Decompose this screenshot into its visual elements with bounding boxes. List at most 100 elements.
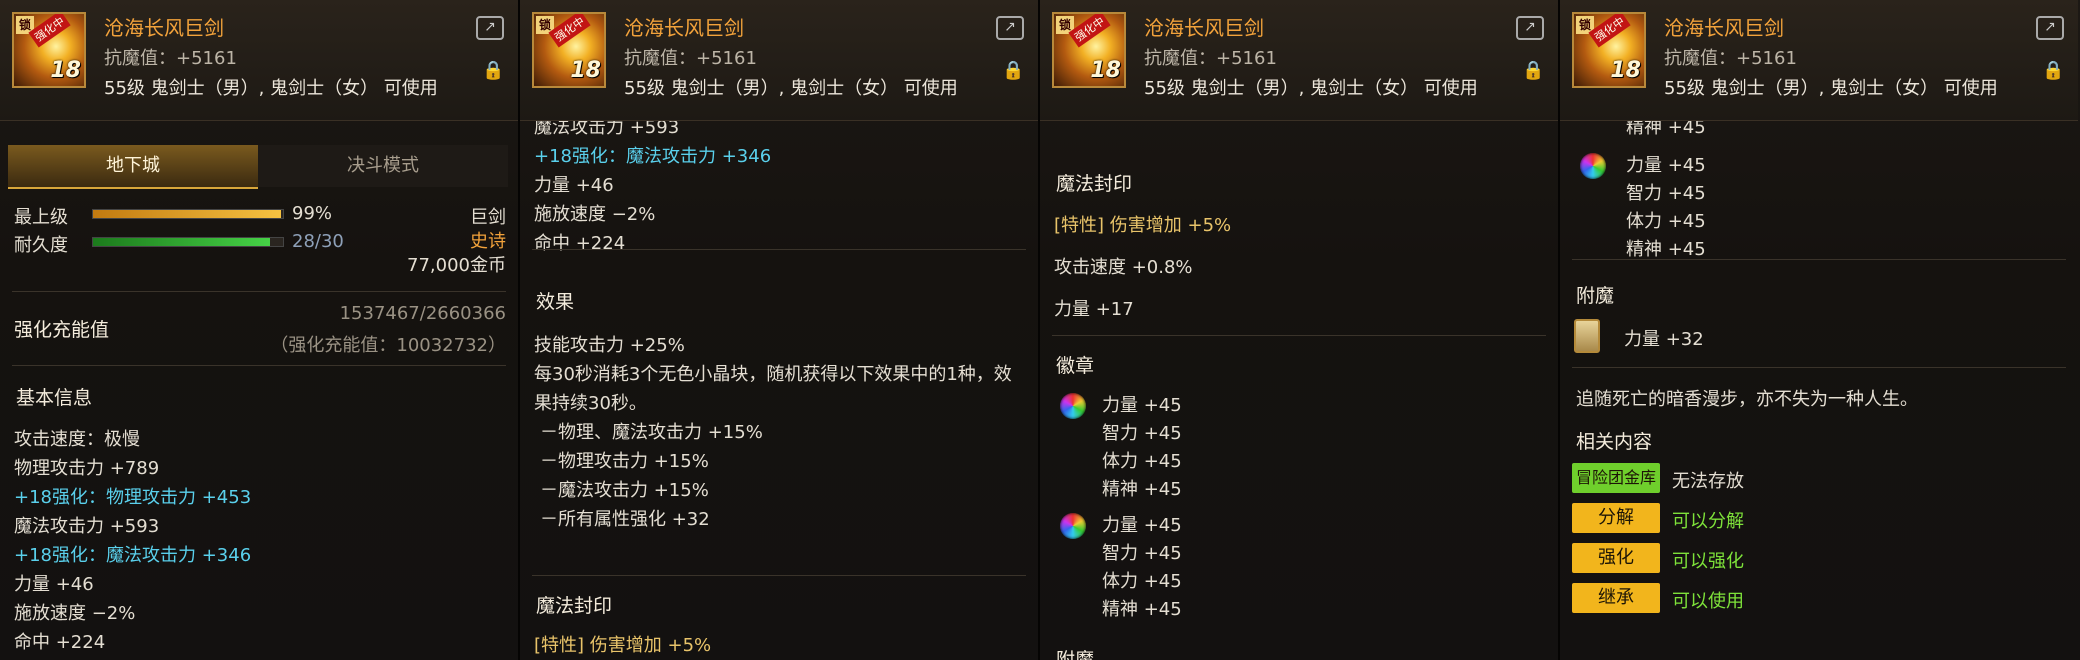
section-title-enchant: 附魔: [1056, 649, 1095, 660]
tooltip-body: 魔法封印 [特性] 伤害增加 +5% 攻击速度 +0.8% 力量 +17 徽章 …: [1040, 121, 1558, 660]
section-title-seal: 魔法封印: [536, 595, 613, 617]
grade-label: 最上级: [14, 207, 68, 228]
stat-line: 魔法攻击力 +593: [14, 516, 160, 537]
tooltip-panel-3: 锁 强化中 18 沧海长风巨剑 抗魔值：+5161 55级 鬼剑士（男）, 鬼剑…: [1040, 0, 1560, 660]
lock-icon[interactable]: 🔒: [1002, 60, 1024, 84]
emblem-stat: 智力 +45: [1102, 543, 1182, 564]
mode-tabs: 地下城 决斗模式: [8, 145, 508, 189]
item-name: 沧海长风巨剑: [1144, 16, 1264, 40]
emblem-stat: 精神 +45: [1102, 479, 1182, 500]
effect-line: －物理、魔法攻击力 +15%: [540, 422, 763, 443]
item-rarity: 史诗: [470, 231, 506, 252]
section-title-enchant: 附魔: [1576, 285, 1615, 307]
item-name: 沧海长风巨剑: [624, 16, 744, 40]
stat-line: +18强化：魔法攻击力 +346: [534, 146, 772, 167]
related-button[interactable]: 继承: [1572, 583, 1660, 613]
attack-speed: 攻击速度 +0.8%: [1054, 257, 1193, 278]
emblem-stat: 力量 +45: [1102, 515, 1182, 536]
section-title-seal: 魔法封印: [1056, 173, 1133, 195]
emblem-stat: 智力 +45: [1626, 183, 1706, 204]
tab-duel[interactable]: 决斗模式: [258, 145, 508, 187]
stat-line: 力量 +46: [534, 175, 614, 196]
item-icon: 锁 强化中 18: [12, 12, 86, 88]
related-button[interactable]: 分解: [1572, 503, 1660, 533]
item-header: 锁 强化中 18 沧海长风巨剑 抗魔值：+5161 55级 鬼剑士（男）, 鬼剑…: [1560, 0, 2078, 121]
emblem-stat: 精神 +45: [1626, 239, 1706, 260]
requirement: 55级 鬼剑士（男）, 鬼剑士（女） 可使用: [1144, 78, 1478, 99]
stat-line: 命中 +224: [534, 233, 626, 254]
requirement: 55级 鬼剑士（男）, 鬼剑士（女） 可使用: [624, 78, 958, 99]
stat-line: 施放速度 −2%: [14, 603, 136, 624]
durability-value: 28/30: [292, 231, 344, 252]
share-icon[interactable]: ↗: [1516, 16, 1544, 40]
anti-magic: 抗魔值：+5161: [1664, 48, 1797, 69]
tooltip-body: 地下城 决斗模式 最上级 99% 耐久度 28/30 巨剑 史诗 77,000金…: [0, 121, 518, 660]
stat-line: 施放速度 −2%: [534, 204, 656, 225]
tooltip-panel-2: 锁 强化中 18 沧海长风巨剑 抗魔值：+5161 55级 鬼剑士（男）, 鬼剑…: [520, 0, 1040, 660]
tooltip-body: 精神 +45 力量 +45 智力 +45 体力 +45 精神 +45 附魔 力量 +3…: [1560, 117, 2078, 660]
effect-line: 每30秒消耗3个无色小晶块，随机获得以下效果中的1种，效: [534, 364, 1012, 385]
item-icon: 锁 强化中 18: [532, 12, 606, 88]
related-status: 可以分解: [1672, 511, 1744, 532]
related-button[interactable]: 强化: [1572, 543, 1660, 573]
emblem-stat: 力量 +45: [1102, 395, 1182, 416]
section-title-related: 相关内容: [1576, 431, 1653, 453]
requirement: 55级 鬼剑士（男）, 鬼剑士（女） 可使用: [1664, 78, 1998, 99]
stat-line: +18强化：物理攻击力 +453: [14, 487, 252, 508]
charge-total: （强化充能值：10032732）: [270, 335, 506, 356]
strength: 力量 +17: [1054, 299, 1134, 320]
share-icon[interactable]: ↗: [2036, 16, 2064, 40]
related-status: 无法存放: [1672, 471, 1744, 492]
enchant-value: 力量 +32: [1624, 329, 1704, 350]
anti-magic: 抗魔值：+5161: [624, 48, 757, 69]
emblem-stat: 力量 +45: [1626, 155, 1706, 176]
tooltip-panel-4: 锁 强化中 18 沧海长风巨剑 抗魔值：+5161 55级 鬼剑士（男）, 鬼剑…: [1560, 0, 2080, 660]
emblem-stat: 智力 +45: [1102, 423, 1182, 444]
related-button[interactable]: 冒险团金库: [1572, 463, 1660, 493]
effect-line: 果持续30秒。: [534, 393, 647, 414]
stat-line: 攻击速度：极慢: [14, 429, 140, 450]
flavor-text: 追随死亡的暗香漫步，亦不失为一种人生。: [1576, 389, 1918, 410]
charge-value: 1537467/2660366: [339, 303, 506, 324]
emblem-stat: 精神 +45: [1102, 599, 1182, 620]
item-price: 77,000金币: [407, 255, 506, 276]
seal-line: [特性] 伤害增加 +5%: [1054, 215, 1232, 236]
effect-line: －所有属性强化 +32: [540, 509, 710, 530]
emblem-stat: 体力 +45: [1102, 571, 1182, 592]
related-status: 可以强化: [1672, 551, 1744, 572]
durability-label: 耐久度: [14, 235, 68, 256]
item-icon: 锁 强化中 18: [1052, 12, 1126, 88]
grade-value: 99%: [292, 203, 333, 224]
item-type: 巨剑: [470, 207, 506, 228]
emblem-icon: [1060, 513, 1086, 539]
anti-magic: 抗魔值：+5161: [1144, 48, 1277, 69]
share-icon[interactable]: ↗: [476, 16, 504, 40]
share-icon[interactable]: ↗: [996, 16, 1024, 40]
effect-line: －物理攻击力 +15%: [540, 451, 709, 472]
lock-icon[interactable]: 🔒: [482, 60, 504, 84]
item-header: 锁 强化中 18 沧海长风巨剑 抗魔值：+5161 55级 鬼剑士（男）, 鬼剑…: [0, 0, 518, 121]
enchant-card-icon: [1574, 319, 1600, 353]
tooltip-panel-1: 锁 强化中 18 沧海长风巨剑 抗魔值：+5161 55级 鬼剑士（男）, 鬼剑…: [0, 0, 520, 660]
section-title-basic: 基本信息: [16, 387, 93, 409]
seal-line: [特性] 伤害增加 +5%: [534, 635, 712, 656]
emblem-stat: 体力 +45: [1626, 211, 1706, 232]
tooltip-body: 魔法攻击力 +593 +18强化：魔法攻击力 +346 力量 +46 施放速度 −2%…: [520, 117, 1038, 660]
emblem-icon: [1580, 153, 1606, 179]
anti-magic: 抗魔值：+5161: [104, 48, 237, 69]
item-header: 锁 强化中 18 沧海长风巨剑 抗魔值：+5161 55级 鬼剑士（男）, 鬼剑…: [1040, 0, 1558, 121]
tab-dungeon[interactable]: 地下城: [8, 145, 258, 189]
stat-line: 物理攻击力 +789: [14, 458, 160, 479]
item-name: 沧海长风巨剑: [104, 16, 224, 40]
durability-bar: [92, 237, 284, 247]
section-title-effect: 效果: [536, 291, 575, 313]
emblem-stat: 体力 +45: [1102, 451, 1182, 472]
item-name: 沧海长风巨剑: [1664, 16, 1784, 40]
effect-line: 技能攻击力 +25%: [534, 335, 685, 356]
grade-bar: [92, 209, 284, 219]
stat-line: +18强化：魔法攻击力 +346: [14, 545, 252, 566]
item-header: 锁 强化中 18 沧海长风巨剑 抗魔值：+5161 55级 鬼剑士（男）, 鬼剑…: [520, 0, 1038, 121]
lock-icon[interactable]: 🔒: [1522, 60, 1544, 84]
related-status: 可以使用: [1672, 591, 1744, 612]
lock-icon[interactable]: 🔒: [2042, 60, 2064, 84]
